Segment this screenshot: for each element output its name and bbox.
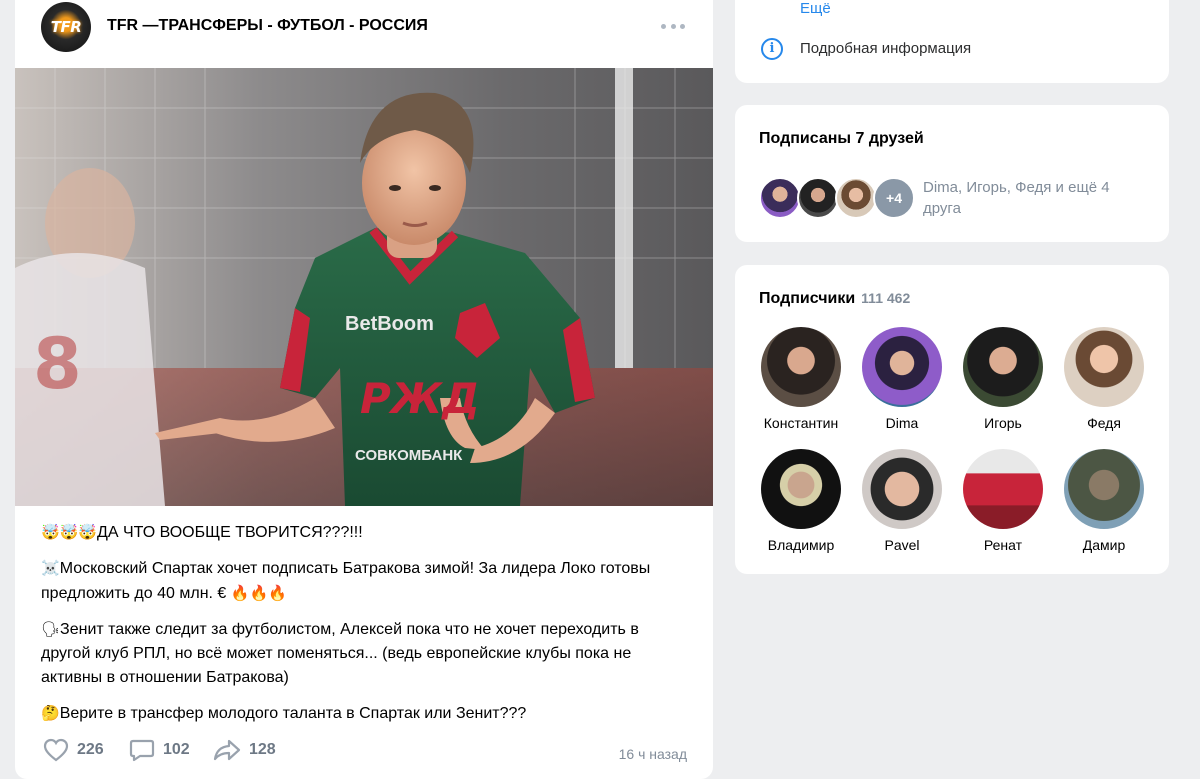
post-line-emoji: 🗣: [41, 620, 61, 638]
photo-chest-text: РЖД: [360, 374, 480, 423]
post-line-text: Московский Спартак хочет подписать Батра…: [41, 560, 651, 602]
avatar: [759, 177, 801, 219]
svg-text:8: 8: [33, 323, 82, 405]
subscribers-title-label: Подписчики: [759, 290, 856, 307]
avatar: [1064, 449, 1144, 529]
post-line: 🤯🤯🤯ДА ЧТО ВООБЩЕ ТВОРИТСЯ???!!!: [41, 520, 691, 545]
group-avatar[interactable]: TFR: [41, 2, 91, 52]
subscriber-name: Pavel: [884, 537, 920, 553]
detailed-info-label: Подробная информация: [800, 40, 972, 57]
post-text: 🤯🤯🤯ДА ЧТО ВООБЩЕ ТВОРИТСЯ???!!! ☠️Москов…: [41, 520, 691, 737]
subscribers-card: Подписчики 111 462 Константин Dima Игорь …: [735, 265, 1169, 574]
subscribers-title[interactable]: Подписчики 111 462: [759, 290, 910, 308]
avatar: [862, 449, 942, 529]
post-line-emoji-after: 🔥🔥🔥: [230, 584, 287, 602]
avatar: [761, 327, 841, 407]
post-line-text: Зенит также следит за футболистом, Алекс…: [41, 621, 639, 686]
avatar: [761, 449, 841, 529]
post-actions: 226 102 128 16 ч назад: [15, 738, 713, 772]
share-count: 128: [249, 741, 276, 758]
friends-title[interactable]: Подписаны 7 друзей: [759, 130, 924, 148]
share-button[interactable]: 128: [213, 738, 276, 762]
post-timestamp[interactable]: 16 ч назад: [619, 746, 687, 762]
friends-card: Подписаны 7 друзей +4 Dima, Игорь, Федя …: [735, 105, 1169, 242]
post-header: TFR TFR —ТРАНСФЕРЫ - ФУТБОЛ - РОССИЯ: [15, 0, 713, 68]
post-line-text: Верите в трансфер молодого таланта в Спа…: [59, 705, 527, 722]
subscriber-name: Dima: [885, 415, 919, 431]
photo-bank-text: СОВКОМБАНК: [355, 447, 463, 464]
more-dots-icon[interactable]: [661, 16, 685, 36]
avatar: [862, 327, 942, 407]
subscriber-name: Владимир: [767, 537, 835, 553]
group-info-card: Ещё i Подробная информация: [735, 0, 1169, 83]
subscribers-count: 111 462: [861, 290, 911, 306]
share-icon: [213, 739, 241, 761]
avatar: [963, 327, 1043, 407]
avatar: [797, 177, 839, 219]
subscriber-name: Игорь: [984, 415, 1022, 431]
comment-count: 102: [163, 741, 190, 758]
player-illustration: 8 BetBoom РЖД СОВКОМБАНК: [15, 68, 713, 506]
post-line-emoji: 🤯🤯🤯: [41, 523, 98, 541]
group-name[interactable]: TFR —ТРАНСФЕРЫ - ФУТБОЛ - РОССИЯ: [107, 17, 428, 35]
post-line: 🗣Зенит также следит за футболистом, Алек…: [41, 617, 691, 690]
comment-button[interactable]: 102: [129, 738, 190, 762]
info-icon: i: [761, 38, 783, 60]
friends-summary[interactable]: Dima, Игорь, Федя и ещё 4 друга: [923, 177, 1143, 219]
like-count: 226: [77, 741, 104, 758]
friends-more-badge: +4: [873, 177, 915, 219]
subscriber-name: Федя: [1087, 415, 1121, 431]
more-link-label: Ещё: [800, 0, 831, 17]
avatar: [963, 449, 1043, 529]
avatar: [1064, 327, 1144, 407]
post-line: ☠️Московский Спартак хочет подписать Бат…: [41, 556, 691, 606]
avatar: [835, 177, 877, 219]
post-line: 🤔Верите в трансфер молодого таланта в Сп…: [41, 701, 691, 726]
comment-icon: [129, 739, 155, 762]
post-line-emoji: ☠️: [41, 559, 60, 577]
heart-icon: [43, 738, 69, 762]
post-line-text: ДА ЧТО ВООБЩЕ ТВОРИТСЯ???!!!: [97, 524, 363, 541]
like-button[interactable]: 226: [43, 738, 104, 762]
post-card: TFR TFR —ТРАНСФЕРЫ - ФУТБОЛ - РОССИЯ 8 B…: [15, 0, 713, 779]
subscriber-name: Дамир: [1082, 537, 1126, 553]
photo-sponsor-text: BetBoom: [345, 313, 434, 335]
subscriber-name: Ренат: [983, 537, 1023, 553]
subscriber-name: Константин: [763, 415, 839, 431]
post-photo[interactable]: 8 BetBoom РЖД СОВКОМБАНК: [15, 68, 713, 506]
post-line-emoji: 🤔: [41, 704, 60, 722]
group-logo-text: TFR: [50, 18, 82, 36]
